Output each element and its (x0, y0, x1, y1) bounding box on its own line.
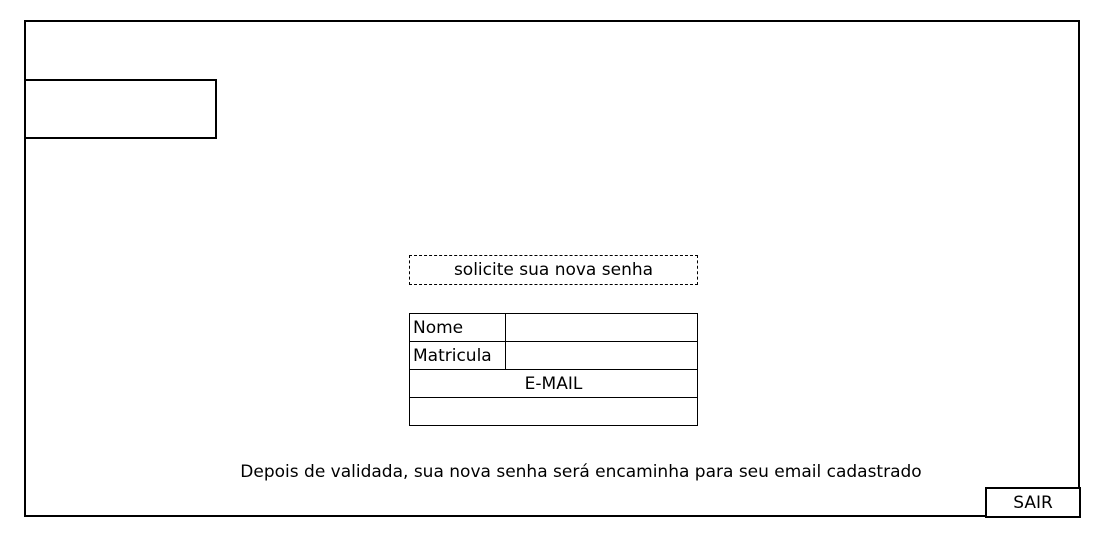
name-cell[interactable] (505, 313, 698, 342)
registration-input[interactable] (509, 343, 694, 368)
email-input[interactable] (413, 399, 694, 424)
registration-cell[interactable] (505, 341, 698, 370)
password-request-form: Nome Matricula E-MAIL (409, 313, 698, 426)
email-label-row: E-MAIL (409, 369, 698, 398)
logo-placeholder (24, 79, 217, 139)
email-cell[interactable] (409, 397, 698, 426)
exit-button[interactable]: SAIR (985, 487, 1081, 518)
registration-row: Matricula (409, 341, 698, 370)
email-label: E-MAIL (409, 369, 698, 398)
name-input[interactable] (509, 315, 694, 340)
registration-label: Matricula (409, 341, 506, 370)
name-label: Nome (409, 313, 506, 342)
info-message: Depois de validada, sua nova senha será … (240, 462, 922, 482)
email-input-row (409, 397, 698, 426)
form-heading: solicite sua nova senha (409, 255, 698, 285)
name-row: Nome (409, 313, 698, 342)
